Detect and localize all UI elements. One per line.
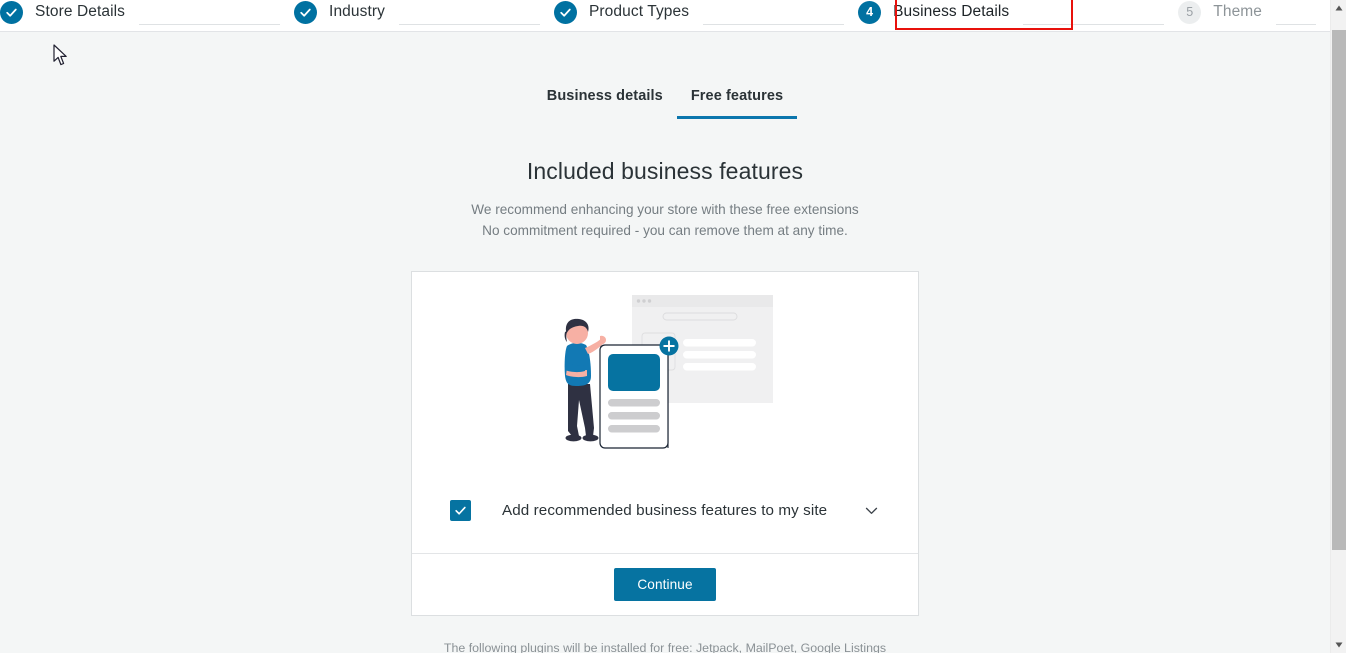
- main-content: Business details Free features Included …: [0, 32, 1330, 653]
- stepper-connector: [1276, 24, 1317, 25]
- check-icon: [553, 0, 577, 24]
- stepper-connector: [398, 24, 540, 25]
- check-icon: [0, 0, 23, 24]
- stepper-step-store-details[interactable]: Store Details: [0, 0, 125, 25]
- tab-free-features[interactable]: Free features: [676, 80, 798, 119]
- recommended-features-checkbox[interactable]: [450, 500, 471, 522]
- stepper-step-label: Industry: [329, 3, 385, 20]
- continue-button[interactable]: Continue: [614, 568, 716, 602]
- setup-wizard-page: Store Details Industry Product Types 4 B…: [0, 0, 1330, 653]
- caret-up-icon[interactable]: [1331, 0, 1346, 16]
- caret-down-icon[interactable]: [1331, 637, 1346, 653]
- page-subtitle: We recommend enhancing your store with t…: [0, 199, 1330, 241]
- stepper-step-label: Product Types: [588, 3, 690, 20]
- stepper-connector: [1023, 24, 1165, 25]
- stepper-step-product-types[interactable]: Product Types: [553, 0, 690, 25]
- add-extension-illustration: [412, 272, 918, 468]
- card-footer: Continue: [412, 554, 918, 615]
- stepper-connector: [139, 24, 281, 25]
- recommended-features-row[interactable]: Add recommended business features to my …: [412, 468, 918, 555]
- tab-business-details[interactable]: Business details: [533, 80, 677, 119]
- stepper-step-number: 5: [1178, 0, 1202, 24]
- stepper-step-theme[interactable]: 5 Theme: [1178, 0, 1262, 25]
- plugins-disclaimer: The following plugins will be installed …: [443, 641, 887, 653]
- check-icon: [294, 0, 318, 24]
- vertical-scrollbar[interactable]: [1330, 0, 1346, 653]
- free-features-card: Add recommended business features to my …: [411, 271, 919, 617]
- stepper-step-business-details[interactable]: 4 Business Details: [858, 0, 1009, 25]
- scrollbar-thumb[interactable]: [1332, 30, 1346, 550]
- chevron-down-icon[interactable]: [863, 502, 880, 519]
- page-title: Included business features: [526, 158, 804, 184]
- check-icon: [455, 506, 466, 515]
- stepper-step-label: Theme: [1213, 3, 1263, 20]
- headline-block: Included business features We recommend …: [0, 158, 1330, 241]
- recommended-features-label: Add recommended business features to my …: [502, 502, 828, 520]
- stepper-step-label: Store Details: [35, 3, 126, 20]
- stepper-step-label: Business Details: [893, 3, 1010, 20]
- subtitle-line-1: We recommend enhancing your store with t…: [471, 202, 859, 217]
- stepper-step-industry[interactable]: Industry: [294, 0, 385, 25]
- tab-bar: Business details Free features: [0, 80, 1330, 119]
- stepper-connector: [703, 24, 845, 25]
- subtitle-line-2: No commitment required - you can remove …: [482, 223, 848, 239]
- setup-stepper: Store Details Industry Product Types 4 B…: [0, 0, 1330, 32]
- stepper-step-number: 4: [858, 0, 882, 24]
